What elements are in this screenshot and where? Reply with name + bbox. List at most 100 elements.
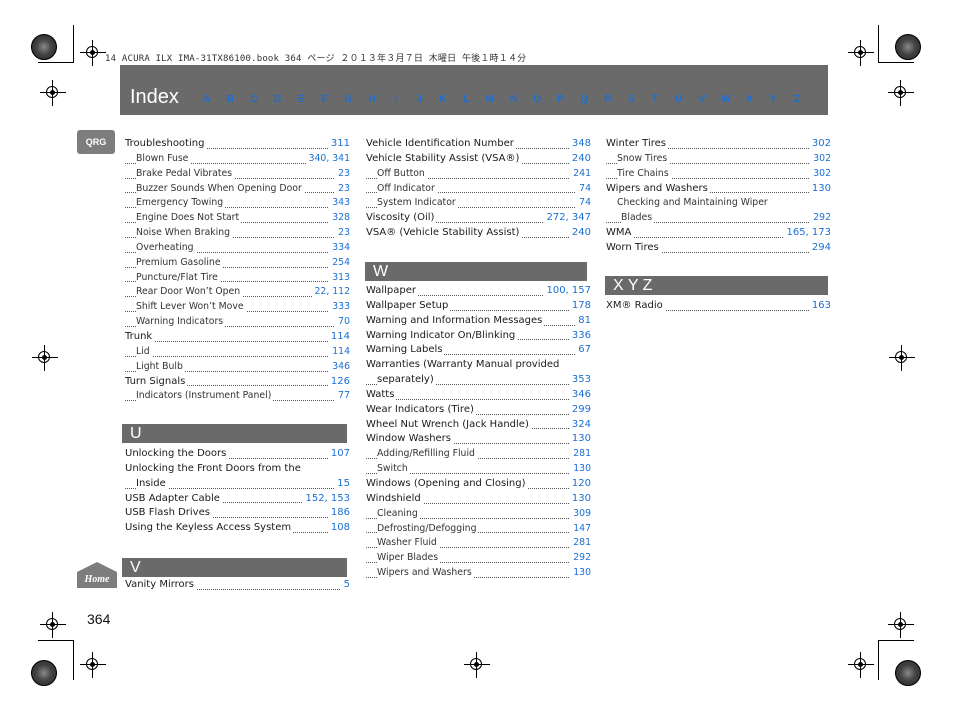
page-link[interactable]: 309 [570,506,591,522]
page-link[interactable]: 23 [335,166,350,182]
index-entry: Warning Indicators 70 [125,315,350,330]
page-link[interactable]: 114 [327,329,350,345]
letter-link-m[interactable]: M [478,94,502,105]
page-link[interactable]: 67 [575,343,591,359]
index-banner: Index ABCDEFGHIJKLMNOPQRSTUVWXYZ [120,65,828,115]
page-link[interactable]: 313 [329,270,350,286]
letter-link-t[interactable]: T [643,94,667,105]
page-link[interactable]: 334 [329,240,350,256]
page-link[interactable]: 328 [329,211,350,227]
page-link[interactable]: 311 [327,137,350,152]
page-link[interactable]: 302 [810,151,831,167]
index-entry: Wallpaper Setup 178 [366,298,591,314]
page-link[interactable]: 292 [810,211,831,227]
index-entry: Warranties (Warranty Manual provided [366,358,591,373]
page-link[interactable]: 165, 173 [783,226,831,241]
page-link[interactable]: 100, 157 [543,284,591,299]
crop-mark [73,25,74,63]
page-link[interactable]: 70 [335,315,350,330]
page-link[interactable]: 130 [568,432,591,448]
letter-link-v[interactable]: V [690,94,714,105]
letter-link-r[interactable]: R [596,94,620,105]
page-link[interactable]: 163 [808,299,831,314]
page-link[interactable]: 348 [568,137,591,152]
page-link[interactable]: 281 [570,447,591,463]
page-link[interactable]: 126 [327,374,350,390]
index-entry: USB Adapter Cable 152, 153 [125,491,350,507]
letter-link-p[interactable]: P [549,94,573,105]
page-link[interactable]: 108 [327,521,350,537]
page-link[interactable]: 240 [568,226,591,241]
letter-link-u[interactable]: U [667,94,691,105]
letter-link-h[interactable]: H [360,94,384,105]
page-link[interactable]: 22, 112 [311,285,350,301]
letter-link-n[interactable]: N [502,94,526,105]
page-link[interactable]: 294 [808,240,831,256]
page-link[interactable]: 240 [568,151,591,167]
page-link[interactable]: 254 [329,255,350,271]
letter-link-j[interactable]: J [407,94,431,105]
letter-link-e[interactable]: E [289,94,313,105]
page-link[interactable]: 343 [329,196,350,212]
letter-link-l[interactable]: L [455,94,479,105]
page-link[interactable]: 81 [575,313,591,329]
page-link[interactable]: 340, 341 [305,151,350,167]
entry-label: Rear Door Won’t Open [136,286,243,298]
letter-link-d[interactable]: D [266,94,290,105]
letter-link-i[interactable]: I [384,94,408,105]
letter-link-x[interactable]: X [738,94,762,105]
page-link[interactable]: 107 [327,447,350,462]
page-link[interactable]: 74 [576,196,591,212]
page-link[interactable]: 333 [329,300,350,316]
page-link[interactable]: 114 [329,344,350,360]
letter-link-q[interactable]: Q [573,94,597,105]
letter-link-b[interactable]: B [219,94,243,105]
page-link[interactable]: 272, 347 [543,211,591,227]
page-link[interactable]: 130 [568,491,591,507]
page-link[interactable]: 130 [570,566,591,581]
index-entry: System Indicator 74 [366,196,591,212]
page-link[interactable]: 120 [568,476,591,492]
page-link[interactable]: 324 [568,417,591,433]
page-link[interactable]: 23 [335,181,350,197]
page-link[interactable]: 346 [568,387,591,403]
letter-link-a[interactable]: A [195,94,219,105]
letter-link-f[interactable]: F [313,94,337,105]
page-link[interactable]: 186 [327,506,350,522]
section-header-w: W [365,262,587,281]
letter-link-y[interactable]: Y [761,94,785,105]
page-link[interactable]: 346 [329,359,350,375]
page-link[interactable]: 147 [570,521,591,537]
page-link[interactable]: 5 [340,578,350,593]
page-link[interactable]: 353 [568,373,591,388]
page-link[interactable]: 292 [570,551,591,567]
letter-link-k[interactable]: K [431,94,455,105]
letter-link-w[interactable]: W [714,94,738,105]
page-link[interactable]: 130 [570,462,591,477]
page-link[interactable]: 15 [334,476,350,492]
page-link[interactable]: 178 [568,298,591,314]
entry-label: Wiper Blades [377,552,441,564]
letter-link-c[interactable]: C [242,94,266,105]
page-link[interactable]: 130 [808,181,831,197]
entry-label: Indicators (Instrument Panel) [136,390,274,402]
page-link[interactable]: 241 [570,166,591,182]
page-link[interactable]: 302 [810,166,831,182]
letter-link-g[interactable]: G [337,94,361,105]
page-link[interactable]: 77 [335,389,350,405]
qrg-button[interactable]: QRG [77,130,115,154]
index-entry: Light Bulb 346 [125,359,350,375]
index-entry: Off Indicator 74 [366,181,591,197]
page-link[interactable]: 299 [568,402,591,418]
letter-link-z[interactable]: Z [785,94,809,105]
letter-link-o[interactable]: O [525,94,549,105]
page-link[interactable]: 336 [568,328,591,344]
page-link[interactable]: 302 [808,137,831,152]
letter-link-s[interactable]: S [620,94,644,105]
page-link[interactable]: 281 [570,536,591,552]
home-button[interactable]: Home [77,562,117,592]
page-link[interactable]: 74 [576,181,591,197]
page-link[interactable]: 152, 153 [302,491,350,507]
page-link[interactable]: 23 [335,226,350,241]
index-entry: Noise When Braking 23 [125,226,350,241]
